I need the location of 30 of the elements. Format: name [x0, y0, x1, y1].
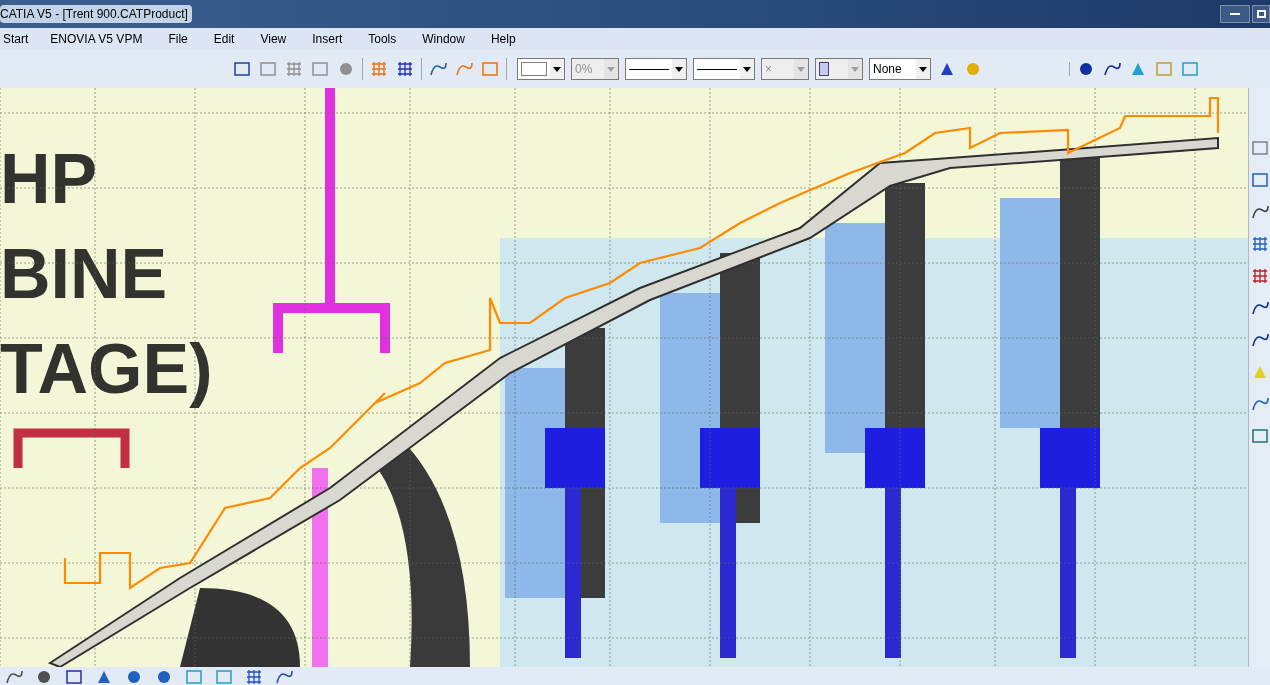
menu-item[interactable]: File — [162, 30, 194, 48]
line-style-swatch — [697, 68, 737, 70]
minimize-button[interactable] — [1220, 5, 1250, 23]
caret-icon — [672, 59, 686, 79]
toolbar-combo[interactable] — [625, 58, 687, 80]
caret-icon — [916, 59, 930, 79]
caret-icon — [794, 59, 808, 79]
image-label: TAGE) — [0, 330, 213, 408]
menu-item[interactable]: Help — [484, 30, 522, 48]
window-title: CATIA V5 - [Trent 900.CATProduct] — [0, 5, 192, 23]
toolbar-combo[interactable] — [693, 58, 755, 80]
caret-icon — [604, 59, 618, 79]
menu-item[interactable]: Start — [0, 30, 35, 48]
menu-item[interactable]: Edit — [207, 30, 241, 48]
color-swatch — [521, 62, 547, 76]
menu-item[interactable]: ENOVIA V5 VPM — [44, 30, 149, 48]
image-label: BINE — [0, 235, 168, 313]
caret-icon — [740, 59, 754, 79]
menu-item[interactable]: Tools — [362, 30, 403, 48]
maximize-button[interactable] — [1252, 5, 1270, 23]
snap-grid-icon[interactable] — [395, 59, 415, 79]
menu-item[interactable]: Insert — [306, 30, 349, 48]
line-style-swatch — [629, 68, 669, 70]
layer-icon — [819, 62, 829, 76]
toolbar-combo[interactable]: None — [869, 58, 931, 80]
menu-item[interactable]: View — [254, 30, 293, 48]
menu-item[interactable]: Window — [416, 30, 471, 48]
image-label: HP — [0, 140, 98, 218]
caret-icon — [848, 59, 862, 79]
caret-icon — [550, 59, 564, 79]
